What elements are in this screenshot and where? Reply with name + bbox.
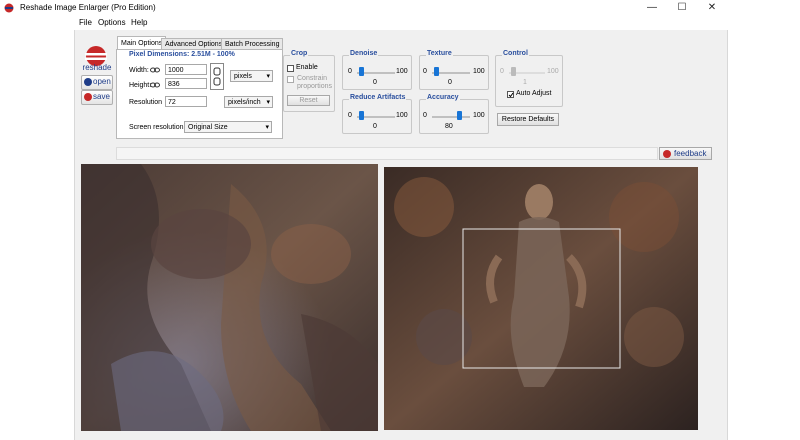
- constrain-checkbox[interactable]: [287, 76, 294, 83]
- feedback-icon: [663, 150, 671, 158]
- accuracy-slider-track[interactable]: [432, 116, 470, 118]
- texture-slider-thumb[interactable]: [434, 67, 439, 76]
- crop-enable-checkbox[interactable]: [287, 65, 294, 72]
- open-label: open: [93, 77, 111, 86]
- auto-adjust-label: Auto Adjust: [516, 90, 552, 97]
- enlarged-image-preview[interactable]: [384, 167, 698, 430]
- control-max: 100: [547, 68, 559, 75]
- denoise-slider-thumb[interactable]: [359, 67, 364, 76]
- crop-title: Crop: [290, 50, 309, 57]
- accuracy-min: 0: [423, 112, 427, 119]
- reduce-artifacts-max: 100: [396, 112, 408, 119]
- chevron-down-icon: ▾: [266, 99, 270, 106]
- constrain-label: Constrain: [297, 75, 327, 82]
- menu-file[interactable]: File: [79, 18, 92, 27]
- denoise-max: 100: [396, 68, 408, 75]
- resolution-input[interactable]: 72: [165, 96, 207, 107]
- constrain-link-icon[interactable]: [210, 63, 224, 90]
- proportions-label: proportions: [297, 83, 333, 90]
- open-icon: [84, 78, 92, 86]
- close-button[interactable]: ✕: [697, 0, 727, 16]
- restore-defaults-button[interactable]: Restore Defaults: [497, 113, 559, 126]
- window-title: Reshade Image Enlarger (Pro Edition): [20, 3, 156, 12]
- auto-adjust-checkbox[interactable]: [507, 91, 514, 98]
- accuracy-slider-thumb[interactable]: [457, 111, 462, 120]
- pixel-dimensions-label: Pixel Dimensions: 2.51M - 100%: [129, 51, 235, 58]
- menu-options[interactable]: Options: [98, 18, 126, 27]
- chevron-down-icon: ▾: [266, 73, 270, 80]
- screen-resolution-value: Original Size: [188, 124, 228, 131]
- denoise-min: 0: [348, 68, 352, 75]
- logo-text: reshade: [82, 63, 112, 72]
- resolution-unit-select[interactable]: pixels/inch ▾: [224, 96, 273, 108]
- width-input[interactable]: 1000: [165, 64, 207, 75]
- link-chain-icon: [150, 82, 160, 88]
- accuracy-max: 100: [473, 112, 485, 119]
- reduce-artifacts-slider-thumb[interactable]: [359, 111, 364, 120]
- unit-select-value: pixels: [234, 73, 252, 80]
- crop-reset-button[interactable]: Reset: [287, 95, 330, 106]
- feedback-button[interactable]: feedback: [659, 147, 712, 160]
- feedback-label: feedback: [674, 149, 707, 158]
- screen-resolution-select[interactable]: Original Size ▾: [184, 121, 272, 133]
- save-button[interactable]: save: [81, 90, 113, 105]
- width-label: Width:: [129, 67, 149, 74]
- control-min: 0: [500, 68, 504, 75]
- height-label: Height:: [129, 82, 152, 89]
- link-chain-icon: [150, 67, 160, 73]
- chevron-down-icon: ▾: [265, 124, 269, 131]
- control-title: Control: [502, 50, 529, 57]
- crop-enable-label: Enable: [296, 64, 318, 71]
- texture-max: 100: [473, 68, 485, 75]
- denoise-title: Denoise: [349, 50, 379, 57]
- screen-resolution-label: Screen resolution: [129, 124, 184, 131]
- height-input[interactable]: 836: [165, 78, 207, 89]
- checkmark-icon: [508, 92, 514, 98]
- texture-min: 0: [423, 68, 427, 75]
- control-group: Control: [495, 50, 563, 107]
- resolution-unit-value: pixels/inch: [228, 99, 261, 106]
- texture-value: 0: [448, 79, 452, 86]
- maximize-button[interactable]: ☐: [667, 0, 697, 16]
- reduce-artifacts-title: Reduce Artifacts: [349, 94, 407, 101]
- reduce-artifacts-value: 0: [373, 123, 377, 130]
- unit-select[interactable]: pixels ▾: [230, 70, 273, 82]
- denoise-value: 0: [373, 79, 377, 86]
- control-slider-thumb[interactable]: [511, 67, 516, 76]
- save-icon: [84, 93, 92, 101]
- texture-title: Texture: [426, 50, 453, 57]
- minimize-button[interactable]: —: [637, 0, 667, 16]
- title-bar: Reshade Image Enlarger (Pro Edition) — ☐…: [0, 0, 800, 16]
- save-label: save: [93, 92, 110, 101]
- resolution-label: Resolution: [129, 99, 163, 106]
- reduce-artifacts-min: 0: [348, 112, 352, 119]
- control-value: 1: [523, 79, 527, 86]
- app-icon: [4, 3, 14, 13]
- status-bar: [116, 147, 658, 160]
- menu-help[interactable]: Help: [131, 18, 147, 27]
- accuracy-title: Accuracy: [426, 94, 460, 101]
- open-button[interactable]: open: [81, 75, 113, 90]
- menu-bar: File Options Help: [0, 16, 800, 30]
- tab-main-options[interactable]: Main Options: [117, 36, 167, 50]
- accuracy-value: 80: [445, 123, 453, 130]
- original-image-preview[interactable]: [81, 164, 378, 431]
